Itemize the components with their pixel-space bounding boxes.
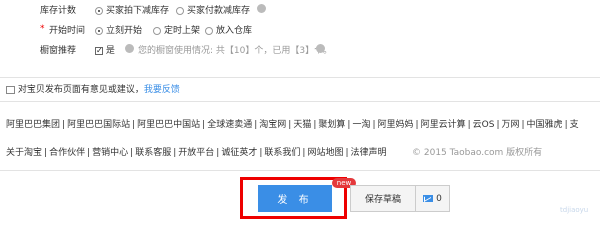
divider [0,170,600,171]
save-draft-button[interactable]: 保存草稿 [350,185,416,212]
message-button[interactable]: 0 [415,185,450,212]
showcase-checkbox[interactable]: ✓ 是 [95,43,115,56]
footer-site-link[interactable]: 支 [570,120,579,130]
feedback-icon [6,85,15,94]
watermark: tdjiaoyu [560,206,589,214]
footer-site-link[interactable]: 阿里巴巴国际站 [67,120,130,130]
footer-link[interactable]: 联系我们 [264,148,300,158]
radio-icon[interactable] [95,6,103,15]
start-option-1[interactable]: 立刻开始 [95,23,142,36]
footer-link[interactable]: 营销中心 [92,148,128,158]
footer-sites: 阿里巴巴集团 | 阿里巴巴国际站 | 阿里巴巴中国站 | 全球速卖通 | 淘宝网 | 天猫 | 聚划算 |… [6,117,579,130]
footer-site-link[interactable]: 云OS [473,120,495,130]
radio-icon[interactable] [95,26,103,35]
footer-link[interactable]: 诚征英才 [221,148,257,158]
checkbox-icon[interactable]: ✓ [95,46,103,55]
footer-site-link[interactable]: 中国雅虎 [527,120,563,130]
separator: | [372,120,376,130]
start-option-2[interactable]: 定时上架 [153,23,200,36]
copyright: © 2015 Taobao.com 版权所有 [412,148,543,158]
footer-link[interactable]: 开放平台 [178,148,214,158]
footer-site-link[interactable]: 阿里云计算 [421,120,466,130]
footer-site-link[interactable]: 阿里妈妈 [378,120,414,130]
mail-icon [423,195,434,202]
help-icon[interactable] [316,44,325,53]
separator: | [345,148,349,158]
feedback-bar: 对宝贝发布页面有意见或建议，我要反馈 [6,82,180,95]
separator: | [521,120,525,130]
footer-site-link[interactable]: 万网 [501,120,519,130]
footer-site-link[interactable]: 阿里巴巴中国站 [137,120,200,130]
separator: | [62,120,66,130]
footer-site-link[interactable]: 天猫 [293,120,311,130]
footer-link[interactable]: 关于淘宝 [6,148,42,158]
help-icon[interactable] [257,4,266,13]
footer-link[interactable]: 联系客服 [135,148,171,158]
divider [0,101,600,102]
footer-site-link[interactable]: 淘宝网 [259,120,286,130]
radio-icon[interactable] [176,6,184,15]
stock-option-2[interactable]: 买家付款减库存 [176,3,250,16]
footer-link[interactable]: 法律声明 [351,148,387,158]
start-option-3[interactable]: 放入仓库 [205,23,252,36]
footer-link[interactable]: 合作伙伴 [49,148,85,158]
separator: | [467,120,471,130]
feedback-link[interactable]: 我要反馈 [144,85,180,95]
separator: | [564,120,568,130]
radio-icon[interactable] [153,26,161,35]
footer-site-link[interactable]: 全球速卖通 [207,120,252,130]
message-count: 0 [436,193,442,204]
footer-site-link[interactable]: 阿里巴巴集团 [6,120,60,130]
separator: | [44,148,48,158]
feedback-text: 对宝贝发布页面有意见或建议， [17,85,144,95]
highlight-box [240,177,347,219]
required-mark: * [40,24,45,34]
showcase-info: 您的橱窗使用情况: 共【10】个，已用【3】个。 [138,46,332,56]
footer-link[interactable]: 网站地图 [307,148,343,158]
footer-site-link[interactable]: 聚划算 [318,120,345,130]
separator: | [415,120,419,130]
start-time-label: 开始时间 [48,26,85,36]
footer-site-link[interactable]: 一淘 [352,120,370,130]
stock-option-1[interactable]: 买家拍下减库存 [95,3,169,16]
stock-label: 库存计数 [39,6,76,16]
divider [0,77,600,78]
footer-links: 关于淘宝 | 合作伙伴 | 营销中心 | 联系客服 | 开放平台 | 诚征英才 | 联系我们 | 网站地图 |… [6,145,387,158]
radio-icon[interactable] [205,26,213,35]
showcase-label: 橱窗推荐 [39,46,76,56]
info-icon [125,44,134,53]
